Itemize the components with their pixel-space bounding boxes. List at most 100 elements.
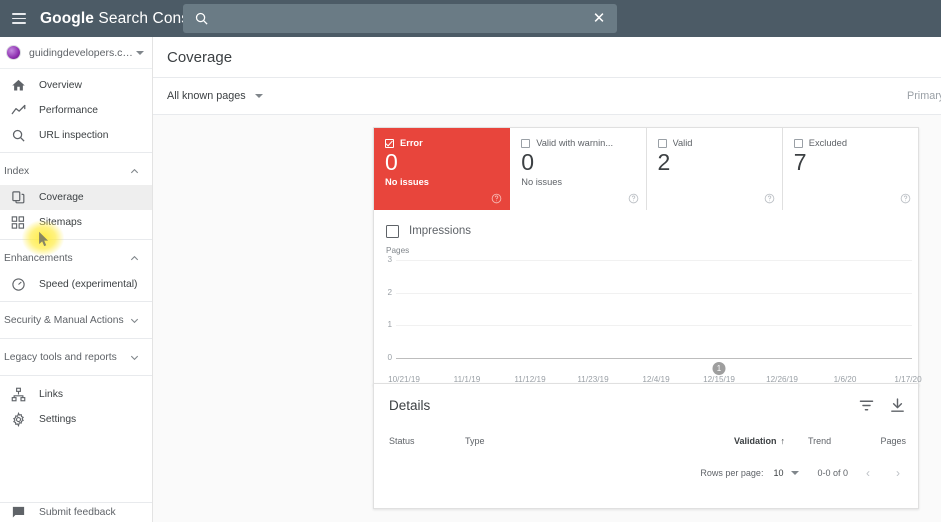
top-header-bar: Google Search Console ✕ <box>0 0 941 37</box>
divider <box>0 301 152 302</box>
status-card-label: Error <box>400 138 423 148</box>
prev-page-button[interactable]: ‹ <box>858 463 878 483</box>
property-selector[interactable]: guidingdevelopers.com <box>0 37 152 69</box>
column-header-status[interactable]: Status <box>389 436 465 446</box>
page-header: Coverage <box>153 37 941 78</box>
search-console-app: Google Search Console ✕ guidingdeveloper… <box>0 0 941 522</box>
site-favicon <box>6 45 21 60</box>
checkbox-checked-icon[interactable] <box>385 138 394 148</box>
chart-gridline <box>396 260 912 261</box>
sidebar-item-label: Links <box>39 389 64 400</box>
sidebar-group-legacy[interactable]: Legacy tools and reports <box>0 343 152 371</box>
divider <box>0 338 152 339</box>
report-canvas: Error 0 No issues Valid with warnin... 0… <box>153 115 941 522</box>
rows-per-page-value: 10 <box>773 468 784 478</box>
status-card-excluded[interactable]: Excluded 7 <box>783 128 918 210</box>
impressions-toggle[interactable]: Impressions <box>374 220 918 242</box>
search-input[interactable] <box>219 11 585 26</box>
chart-annotation-badge[interactable]: 1 <box>712 362 726 375</box>
sidebar-group-label: Index <box>4 165 30 177</box>
status-cards-row: Error 0 No issues Valid with warnin... 0… <box>374 128 918 210</box>
chevron-up-icon[interactable] <box>129 166 140 177</box>
sidebar-group-enhancements[interactable]: Enhancements <box>0 244 152 272</box>
chevron-down-icon[interactable] <box>129 315 140 326</box>
chevron-up-icon[interactable] <box>129 253 140 264</box>
sidebar-item-label: Overview <box>39 80 82 91</box>
sidebar-item-sitemaps[interactable]: Sitemaps <box>0 210 152 235</box>
column-header-pages[interactable]: Pages <box>872 436 906 446</box>
sidebar-item-label: Sitemaps <box>39 217 82 228</box>
sidebar-item-speed[interactable]: Speed (experimental) <box>0 272 152 297</box>
rows-per-page-label: Rows per page: <box>700 468 764 478</box>
sidebar-item-settings[interactable]: Settings <box>0 407 152 432</box>
primary-crawler-label: Primary crawler <box>907 90 941 102</box>
checkbox-icon[interactable] <box>386 224 399 238</box>
chevron-down-icon[interactable] <box>254 94 263 98</box>
hamburger-menu-icon[interactable] <box>0 0 38 37</box>
next-page-button[interactable]: › <box>888 463 908 483</box>
divider <box>0 152 152 153</box>
status-card-header: Excluded <box>793 138 909 148</box>
help-icon[interactable] <box>900 193 911 204</box>
sidebar-group-index[interactable]: Index <box>0 157 152 185</box>
all-known-pages-filter[interactable]: All known pages <box>167 90 263 102</box>
checkbox-icon[interactable] <box>657 138 667 148</box>
status-card-subtext: No issues <box>385 177 429 188</box>
impressions-label: Impressions <box>409 225 471 237</box>
coverage-line-chart: Pages 0123 10/21/19 11/1/19 11/12/19 11/23/… <box>374 246 922 384</box>
status-card-value: 2 <box>657 149 671 175</box>
filter-icon[interactable] <box>858 397 875 414</box>
status-card-subtext: No issues <box>521 177 563 188</box>
help-icon[interactable] <box>628 193 639 204</box>
left-sidebar: guidingdevelopers.com Overview Performan… <box>0 37 153 522</box>
sidebar-item-url-inspection[interactable]: URL inspection <box>0 123 152 148</box>
checkbox-icon[interactable] <box>793 138 803 148</box>
chevron-down-icon[interactable] <box>791 471 800 475</box>
home-icon <box>12 79 25 91</box>
chevron-down-icon[interactable] <box>129 352 140 363</box>
help-icon[interactable] <box>491 193 502 204</box>
chevron-down-icon[interactable] <box>136 50 144 55</box>
column-header-validation[interactable]: Validation ↑ <box>734 436 808 446</box>
chart-y-axis-label: Pages <box>386 246 410 255</box>
sidebar-item-performance[interactable]: Performance <box>0 98 152 123</box>
global-search-bar[interactable]: ✕ <box>183 4 617 33</box>
rows-per-page-select[interactable]: 10 <box>773 468 800 478</box>
sidebar-item-overview[interactable]: Overview <box>0 73 152 98</box>
details-card: Details Status Type Validation ↑ Trend P… <box>373 383 919 509</box>
help-icon[interactable] <box>764 193 775 204</box>
submit-feedback-button[interactable]: Submit feedback <box>0 502 152 522</box>
details-title: Details <box>389 398 431 413</box>
status-card-value: 7 <box>793 149 807 175</box>
submit-feedback-label: Submit feedback <box>39 507 116 518</box>
feedback-icon <box>12 506 25 518</box>
checkbox-icon[interactable] <box>521 138 531 148</box>
details-table-footer: Rows per page: 10 0-0 of 0 ‹ › <box>374 455 918 491</box>
sidebar-group-security[interactable]: Security & Manual Actions <box>0 306 152 334</box>
column-header-trend[interactable]: Trend <box>808 436 872 446</box>
chart-body: Impressions Pages 0123 10/21/19 11/1/19 11… <box>374 210 922 385</box>
chart-y-tick-label: 1 <box>387 320 392 330</box>
sidebar-group-label: Security & Manual Actions <box>4 314 124 326</box>
sidebar-item-coverage[interactable]: Coverage <box>0 185 152 210</box>
sidebar-item-links[interactable]: Links <box>0 382 152 407</box>
sidebar-group-label: Legacy tools and reports <box>4 351 117 363</box>
status-card-header: Valid <box>657 138 773 148</box>
status-card-valid[interactable]: Valid 2 <box>647 128 783 210</box>
details-table-header: Status Type Validation ↑ Trend Pages <box>374 427 918 455</box>
links-network-icon <box>11 387 26 402</box>
sidebar-group-label: Enhancements <box>4 252 73 264</box>
status-card-header: Valid with warnin... <box>521 138 636 148</box>
status-card-label: Valid <box>672 138 693 148</box>
status-card-header: Error <box>385 138 500 148</box>
status-card-valid-with-warnings[interactable]: Valid with warnin... 0 No issues <box>510 128 647 210</box>
close-icon[interactable]: ✕ <box>585 5 613 33</box>
main-content: Coverage All known pages Primary crawler… <box>153 37 941 522</box>
gear-icon <box>13 412 24 427</box>
trending-up-icon <box>11 104 26 115</box>
status-card-error[interactable]: Error 0 No issues <box>374 128 511 210</box>
download-icon[interactable] <box>889 397 906 414</box>
status-card-value: 0 <box>521 149 535 175</box>
column-header-type[interactable]: Type <box>465 436 734 446</box>
speed-gauge-icon <box>12 278 25 291</box>
